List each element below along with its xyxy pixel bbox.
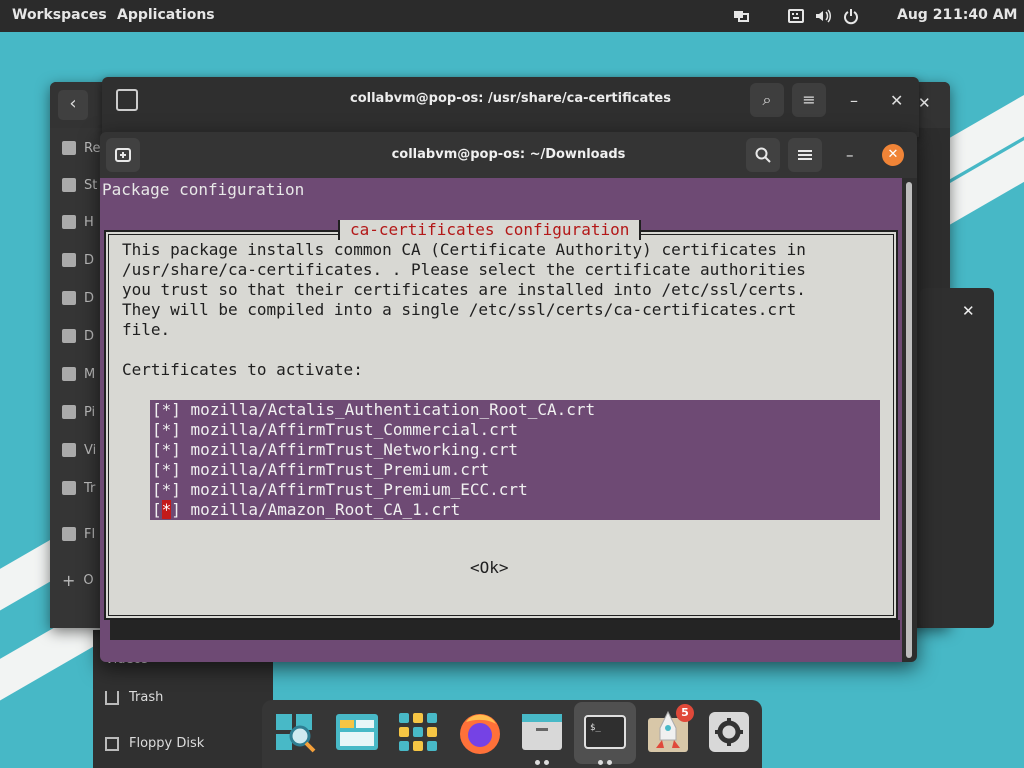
list-item-selected[interactable]: [*] mozilla/Amazon_Root_CA_1.crt <box>152 500 460 520</box>
trash-label: Trash <box>129 690 164 705</box>
floppy-icon <box>62 527 76 541</box>
scrollbar[interactable] <box>906 182 912 658</box>
list-item[interactable]: [*] mozilla/AffirmTrust_Premium_ECC.crt <box>152 480 528 500</box>
workspaces-button[interactable]: Workspaces <box>12 7 107 23</box>
app-grid-icon[interactable] <box>394 708 442 756</box>
floppy-label: Floppy Disk <box>129 736 205 751</box>
desktop-icon <box>62 253 76 267</box>
applications-button[interactable]: Applications <box>117 7 215 23</box>
sidebar-item-other[interactable]: + O <box>62 568 94 592</box>
list-item[interactable]: [*] mozilla/AffirmTrust_Networking.crt <box>152 440 518 460</box>
search-button[interactable] <box>746 138 780 172</box>
trash-icon <box>62 481 76 495</box>
running-indicator <box>607 760 612 765</box>
clock-icon <box>62 141 76 155</box>
video-icon <box>62 443 76 457</box>
update-count-badge: 5 <box>676 704 694 722</box>
dialog-description: This package installs common CA (Certifi… <box>122 240 806 379</box>
running-indicator <box>598 760 603 765</box>
checkbox-mark[interactable]: * <box>162 420 172 439</box>
terminal-icon[interactable]: $_ <box>581 708 629 765</box>
settings-icon[interactable] <box>705 708 753 756</box>
sidebar-item-recent[interactable]: Re <box>62 136 100 160</box>
pop-shop-icon[interactable]: 5 <box>644 704 694 756</box>
sidebar-item-trash-partial[interactable]: Tr <box>62 476 95 500</box>
dialog-title: ca-certificates configuration <box>338 220 642 240</box>
list-item[interactable]: [*] mozilla/AffirmTrust_Commercial.crt <box>152 420 518 440</box>
sidebar-item-downloads[interactable]: D <box>62 324 94 348</box>
sidebar-item-home[interactable]: H <box>62 210 94 234</box>
checkbox-mark[interactable]: * <box>162 460 172 479</box>
top-panel: Workspaces Applications Aug 21 1:40 AM <box>0 0 1024 32</box>
home-icon <box>62 215 76 229</box>
sidebar-item-videos-partial[interactable]: Vi <box>62 438 96 462</box>
close-icon[interactable]: ✕ <box>890 91 903 110</box>
checkbox-mark[interactable]: * <box>162 480 172 499</box>
svg-text:$_: $_ <box>590 723 601 733</box>
picture-icon <box>62 405 76 419</box>
close-button[interactable]: ✕ <box>882 144 904 166</box>
dialog-shadow-bar <box>110 620 900 640</box>
debconf-dialog[interactable]: ca-certificates configuration This packa… <box>104 220 898 620</box>
checkbox-mark-focused[interactable]: * <box>161 500 172 519</box>
ok-button[interactable]: <Ok> <box>470 558 509 578</box>
download-icon <box>62 329 76 343</box>
terminal-header: collabvm@pop-os: ~/Downloads – ✕ <box>100 132 917 178</box>
list-item[interactable]: [*] mozilla/AffirmTrust_Premium.crt <box>152 460 489 480</box>
terminal-window-back[interactable]: collabvm@pop-os: /usr/share/ca-certifica… <box>102 77 919 137</box>
sidebar-item-documents[interactable]: D <box>62 286 94 310</box>
close-icon[interactable]: ✕ <box>962 302 975 320</box>
search-icon <box>755 147 771 163</box>
file-manager-icon[interactable] <box>518 708 566 765</box>
power-icon[interactable] <box>842 7 860 25</box>
close-icon[interactable]: ✕ <box>918 94 931 112</box>
sidebar-item-music[interactable]: M <box>62 362 95 386</box>
sidebar-item-floppy[interactable]: Floppy Disk <box>105 736 204 751</box>
sidebar-item-floppy-partial[interactable]: Fl <box>62 522 95 546</box>
firefox-icon[interactable] <box>456 708 504 756</box>
package-config-header: Package configuration <box>102 180 305 199</box>
date-label[interactable]: Aug 21 <box>897 7 952 23</box>
list-item[interactable]: [*] mozilla/Actalis_Authentication_Root_… <box>152 400 595 420</box>
sidebar-item-desktop[interactable]: D <box>62 248 94 272</box>
display-icon[interactable] <box>732 7 750 25</box>
plus-icon: + <box>62 570 76 590</box>
music-icon <box>62 367 76 381</box>
checkbox-mark[interactable]: * <box>162 440 172 459</box>
search-icon[interactable]: ⌕ <box>750 83 784 117</box>
time-label[interactable]: 1:40 AM <box>953 7 1017 23</box>
sidebar-item-trash[interactable]: Trash <box>105 690 163 705</box>
search-app-icon[interactable] <box>272 708 320 756</box>
certificate-list[interactable]: [*] mozilla/Actalis_Authentication_Root_… <box>150 400 880 520</box>
background-dialog: ✕ <box>920 288 994 628</box>
sidebar-item-pictures[interactable]: Pi <box>62 400 95 424</box>
document-icon <box>62 291 76 305</box>
back-button[interactable]: ‹ <box>58 90 88 120</box>
star-icon <box>62 178 76 192</box>
volume-icon[interactable] <box>814 7 832 25</box>
terminal-content[interactable]: Package configuration ca-certificates co… <box>100 178 902 662</box>
floppy-icon <box>105 736 119 751</box>
hamburger-icon <box>798 150 812 160</box>
minimize-button[interactable]: – <box>846 146 854 164</box>
menu-button[interactable] <box>788 138 822 172</box>
trash-icon <box>105 690 119 705</box>
menu-icon[interactable]: ≡ <box>792 83 826 117</box>
running-indicator <box>544 760 549 765</box>
sidebar-item-starred[interactable]: St <box>62 173 97 197</box>
running-indicator <box>535 760 540 765</box>
minimize-icon[interactable]: – <box>850 91 858 110</box>
keyboard-icon[interactable] <box>787 7 805 25</box>
dock: $_ 5 <box>262 700 762 768</box>
checkbox-mark[interactable]: * <box>162 400 172 419</box>
files-app-icon[interactable] <box>333 708 381 756</box>
terminal-window[interactable]: collabvm@pop-os: ~/Downloads – ✕ Package… <box>100 132 917 662</box>
